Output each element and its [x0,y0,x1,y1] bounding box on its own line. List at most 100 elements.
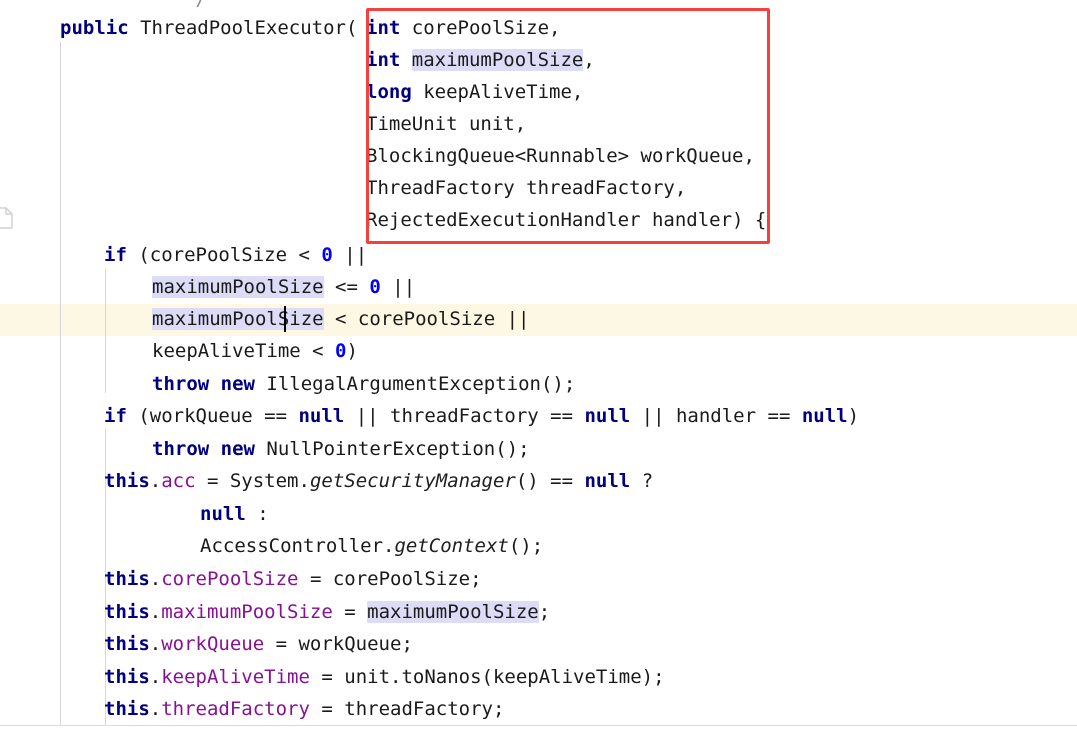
code-token-kw: null [801,405,848,427]
code-token-kw: new [220,373,255,395]
code-token-plain: (); [508,535,544,557]
code-token-plain: NullPointerException(); [254,438,530,460]
code-token-plain: corePoolSize, [400,17,561,39]
code-line[interactable]: maximumPoolSize <= 0 || [152,271,415,303]
code-token-kw: this [104,568,150,590]
code-token-plain: keepAliveTime, [411,81,584,103]
highlighted-identifier: maximumPoolSize [152,276,324,298]
code-token-kw: if [104,244,127,266]
code-line[interactable]: this.workQueue = workQueue; [104,628,413,660]
highlighted-identifier: maximumPoolSize [411,49,584,71]
code-token-kw: int [366,49,401,71]
code-line[interactable]: public ThreadPoolExecutor( [60,12,357,44]
code-line[interactable]: this.acc = System.getSecurityManager() =… [104,465,653,497]
code-line[interactable]: AccessController.getContext(); [200,530,543,562]
code-fold-icon[interactable] [0,206,14,230]
indent-guide [60,42,61,732]
code-token-plain: : [245,503,269,525]
code-line[interactable]: ThreadFactory threadFactory, [366,172,686,204]
code-line[interactable]: if (workQueue == null || threadFactory =… [104,400,859,432]
code-editor[interactable]: */ public ThreadPoolExecutor( int corePoo… [0,0,1077,734]
code-token-plain: || handler == [630,405,802,427]
code-line[interactable]: maximumPoolSize < corePoolSize || [152,303,530,335]
code-token-plain: = threadFactory; [309,698,505,720]
code-token-plain: keepAliveTime < [152,340,336,362]
code-token-plain: || threadFactory == [344,405,585,427]
code-line[interactable]: this.maximumPoolSize = maximumPoolSize; [104,596,550,628]
code-token-plain: (corePoolSize < [126,244,322,266]
code-line[interactable]: long keepAliveTime, [366,76,583,108]
code-token-plain: TimeUnit unit, [366,113,527,135]
indent-guide [105,268,106,393]
javadoc-end-fragment: */ [184,0,207,10]
code-token-kw: public [60,17,129,39]
code-token-plain: . [149,568,162,590]
code-token-kw: this [104,698,150,720]
code-line[interactable]: int maximumPoolSize, [366,44,595,76]
editor-bottom-strip [0,726,1077,734]
code-line[interactable]: this.threadFactory = threadFactory; [104,693,504,725]
code-token-fld: workQueue [161,633,265,655]
code-token-plain: . [149,666,162,688]
code-token-kw: null [584,405,631,427]
code-token-plain: ) [847,405,860,427]
code-token-fld: keepAliveTime [161,666,310,688]
code-token-kw: throw [152,438,210,460]
code-token-kw: this [104,601,150,623]
code-token-kw: this [104,633,150,655]
code-line[interactable]: int corePoolSize, [366,12,560,44]
code-token-kw: long [366,81,412,103]
code-token-plain: , [583,49,595,71]
code-token-num: 0 [321,244,333,266]
code-token-fld: corePoolSize [161,568,299,590]
code-line[interactable]: if (corePoolSize < 0 || [104,239,367,271]
code-token-plain: = unit.toNanos(keepAliveTime); [309,666,665,688]
code-token-kw: this [104,470,150,492]
code-token-kw: this [104,666,150,688]
code-token-kw: null [298,405,345,427]
code-token-plain: . [149,470,162,492]
code-token-kw: null [584,470,631,492]
code-line[interactable]: BlockingQueue<Runnable> workQueue, [366,140,755,172]
code-line[interactable]: this.corePoolSize = corePoolSize; [104,563,482,595]
code-token-mth: getSecurityManager [309,470,516,492]
code-token-plain: () == [515,470,585,492]
code-line[interactable]: this.keepAliveTime = unit.toNanos(keepAl… [104,661,665,693]
code-token-kw: if [104,405,127,427]
code-token-kw: int [366,17,401,39]
code-token-plain: . [149,601,162,623]
code-token-plain: <= [323,276,370,298]
code-token-plain: ThreadPoolExecutor( [128,17,358,39]
code-line[interactable]: null : [200,498,269,530]
code-token-plain: ThreadFactory threadFactory, [366,177,687,199]
text-caret [284,306,286,332]
code-token-plain: AccessController. [200,535,395,557]
code-line[interactable]: TimeUnit unit, [366,108,526,140]
code-line[interactable]: RejectedExecutionHandler handler) { [366,204,766,236]
code-token-plain: (workQueue == [126,405,299,427]
code-token-kw: new [220,438,255,460]
code-token-plain: || [332,244,368,266]
code-token-plain: ? [630,470,654,492]
code-token-fld: threadFactory [161,698,310,720]
code-token-plain: = System. [195,470,310,492]
code-token-plain: = workQueue; [264,633,413,655]
code-token-num: 0 [369,276,381,298]
code-token-plain: ; [538,601,551,623]
code-token-plain: BlockingQueue<Runnable> workQueue, [366,145,755,167]
code-line[interactable]: keepAliveTime < 0) [152,335,358,367]
code-token-mth: getContext [394,535,509,557]
code-token-plain: RejectedExecutionHandler handler) { [366,209,767,231]
code-line[interactable]: throw new IllegalArgumentException(); [152,368,575,400]
code-line[interactable]: throw new NullPointerException(); [152,433,530,465]
code-token-plain: = [332,601,368,623]
code-token-num: 0 [335,340,347,362]
code-token-plain: . [149,633,162,655]
code-token-plain: || [380,276,416,298]
code-token-plain: < corePoolSize || [323,308,530,330]
code-token-plain: ) [346,340,358,362]
code-token-kw: null [200,503,246,525]
